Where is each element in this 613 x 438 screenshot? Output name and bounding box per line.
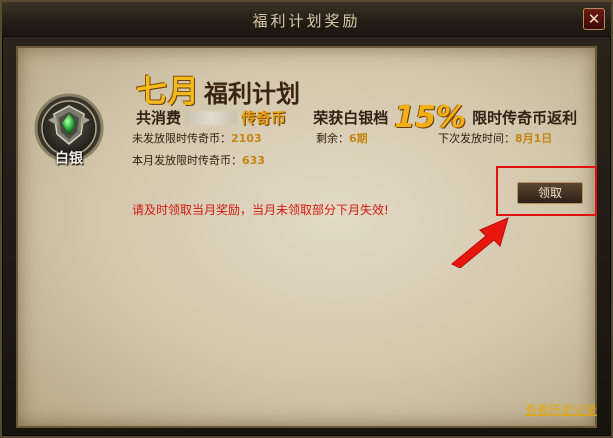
reward-window: 福利计划奖励 ✕ 白银 七月 福利计划 共消费 传奇币 荣获白银档 15% 限时… xyxy=(0,0,613,438)
unissued-info: 未发放限时传奇币：2103 xyxy=(132,130,262,146)
month-issued-label: 本月发放限时传奇币： xyxy=(132,154,242,167)
close-button[interactable]: ✕ xyxy=(583,8,605,30)
claim-notice: 请及时领取当月奖励，当月未领取部分下月失效! xyxy=(132,203,389,217)
window-title: 福利计划奖励 xyxy=(252,12,361,30)
unissued-label: 未发放限时传奇币： xyxy=(132,132,231,145)
unissued-value: 2103 xyxy=(231,132,262,145)
month-issued-info: 本月发放限时传奇币：633 xyxy=(132,152,265,168)
claim-button[interactable]: 领取 xyxy=(517,182,583,204)
redacted-amount xyxy=(185,111,238,125)
next-issue-info: 下次发放时间：8月1日 xyxy=(438,130,552,146)
remaining-value: 6期 xyxy=(349,132,368,145)
month-issued-value: 633 xyxy=(242,154,265,167)
tier-badge: 白银 xyxy=(34,90,104,168)
rebate-text: 限时传奇币返利 xyxy=(472,109,578,127)
remaining-label: 剩余： xyxy=(316,132,349,145)
history-link[interactable]: 查看历史记录 xyxy=(525,401,597,418)
content-panel: 白银 七月 福利计划 共消费 传奇币 荣获白银档 15% 限时传奇币返利 未发放限时传奇… xyxy=(16,46,597,428)
pointer-arrow-icon xyxy=(451,217,509,268)
next-issue-value: 8月1日 xyxy=(515,132,553,145)
tier-text: 荣获白银档 xyxy=(313,109,389,127)
title-bar: 福利计划奖励 ✕ xyxy=(2,2,611,37)
spent-prefix: 共消费 xyxy=(136,109,182,127)
next-issue-label: 下次发放时间： xyxy=(438,132,515,145)
close-icon: ✕ xyxy=(587,10,601,28)
spent-currency: 传奇币 xyxy=(241,109,287,127)
remaining-info: 剩余：6期 xyxy=(316,130,368,146)
badge-label: 白银 xyxy=(55,151,83,167)
